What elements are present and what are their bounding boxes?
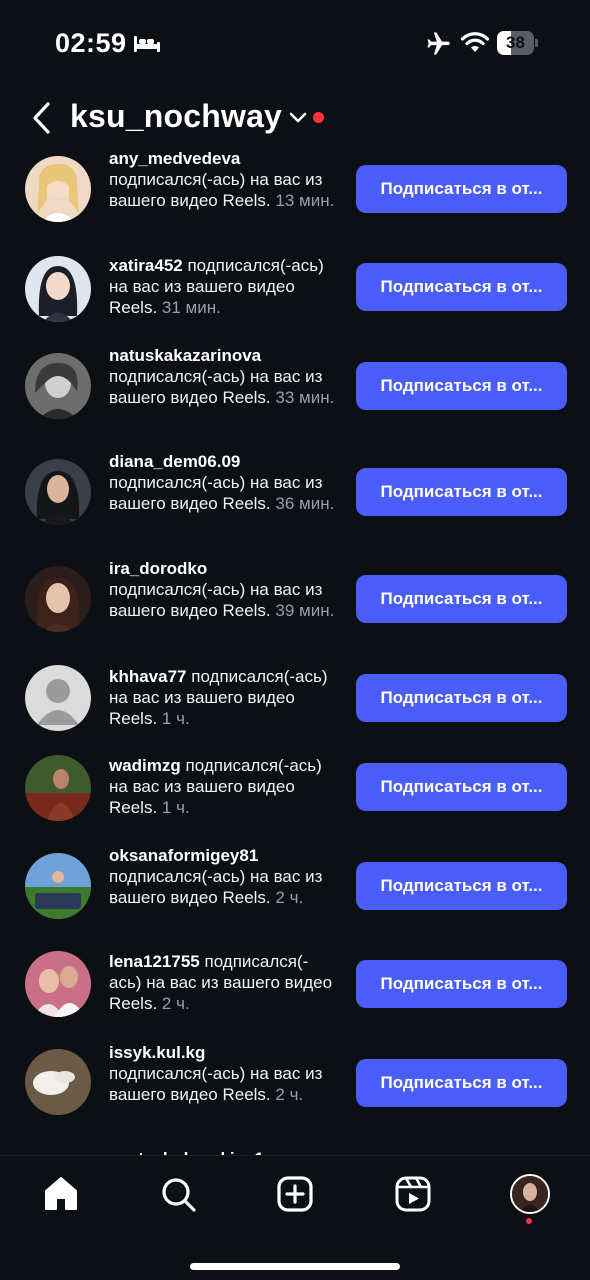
avatar[interactable]	[25, 459, 91, 525]
username[interactable]: ira_dorodko	[109, 558, 337, 579]
back-arrow-icon[interactable]	[28, 100, 56, 136]
avatar[interactable]	[25, 256, 91, 322]
notification-text: lena121755 подписался(-ась) на вас из ва…	[109, 951, 337, 1014]
home-icon[interactable]	[41, 1174, 81, 1214]
timestamp: 2 ч.	[275, 888, 304, 907]
tab-bar	[0, 1155, 590, 1280]
follow-back-button[interactable]: Подписаться в от...	[356, 362, 567, 410]
username[interactable]: lena121755	[109, 952, 200, 971]
timestamp: 2 ч.	[275, 1085, 304, 1104]
notification-text: ira_dorodko подписался(-ась) на вас из в…	[109, 558, 337, 621]
timestamp: 39 мин.	[275, 601, 335, 620]
avatar[interactable]	[25, 755, 91, 821]
avatar[interactable]	[25, 951, 91, 1017]
airplane-icon	[427, 32, 450, 55]
timestamp: 36 мин.	[275, 494, 335, 513]
notification-text: xatira452 подписался(-ась) на вас из ваш…	[109, 255, 337, 318]
chevron-down-icon[interactable]	[288, 110, 308, 126]
header: ksu_nochway	[0, 90, 590, 150]
timestamp: 31 мин.	[161, 298, 221, 317]
timestamp: 1 ч.	[161, 709, 190, 728]
username[interactable]: xatira452	[109, 256, 183, 275]
add-post-icon[interactable]	[275, 1174, 315, 1214]
username[interactable]: oksanaformigey81	[109, 845, 337, 866]
battery-level: 38	[506, 33, 525, 52]
bed-icon	[134, 36, 160, 52]
default-avatar[interactable]	[25, 665, 91, 731]
notification-text: wadimzg подписался(-ась) на вас из вашег…	[109, 755, 337, 818]
notification-text: oksanaformigey81 подписался(-ась) на вас…	[109, 845, 337, 908]
notification-dot-icon	[313, 112, 324, 123]
follow-back-button[interactable]: Подписаться в от...	[356, 263, 567, 311]
follow-back-button[interactable]: Подписаться в от...	[356, 763, 567, 811]
timestamp: 2 ч.	[161, 994, 190, 1013]
avatar[interactable]	[25, 353, 91, 419]
notification-text: khhava77 подписался(-ась) на вас из ваше…	[109, 666, 337, 729]
avatar[interactable]	[25, 566, 91, 632]
username[interactable]: any_medvedeva	[109, 148, 337, 169]
status-time: 02:59	[55, 28, 127, 58]
profile-avatar[interactable]	[510, 1174, 550, 1214]
follow-back-button[interactable]: Подписаться в от...	[356, 165, 567, 213]
notification-text: issyk.kul.kg подписался(-ась) на вас из …	[109, 1042, 337, 1105]
wifi-icon	[460, 32, 490, 52]
avatar[interactable]	[25, 853, 91, 919]
avatar[interactable]	[25, 1049, 91, 1115]
follow-back-button[interactable]: Подписаться в от...	[356, 862, 567, 910]
reels-icon[interactable]	[393, 1174, 433, 1214]
status-bar: 02:59 38	[0, 0, 590, 90]
follow-back-button[interactable]: Подписаться в от...	[356, 575, 567, 623]
username[interactable]: issyk.kul.kg	[109, 1042, 337, 1063]
timestamp: 1 ч.	[161, 798, 190, 817]
notification-text: diana_dem06.09 подписался(-ась) на вас и…	[109, 451, 337, 514]
follow-back-button[interactable]: Подписаться в от...	[356, 674, 567, 722]
username[interactable]: wadimzg	[109, 756, 181, 775]
profile-notification-dot	[526, 1218, 532, 1224]
search-icon[interactable]	[158, 1174, 198, 1214]
username[interactable]: khhava77	[109, 667, 187, 686]
notification-text: any_medvedeva подписался(-ась) на вас из…	[109, 148, 337, 211]
account-title[interactable]: ksu_nochway	[70, 98, 282, 135]
home-indicator[interactable]	[190, 1263, 400, 1270]
follow-back-button[interactable]: Подписаться в от...	[356, 1059, 567, 1107]
follow-back-button[interactable]: Подписаться в от...	[356, 960, 567, 1008]
username[interactable]: natuskakazarinova	[109, 345, 337, 366]
username[interactable]: diana_dem06.09	[109, 451, 337, 472]
follow-back-button[interactable]: Подписаться в от...	[356, 468, 567, 516]
timestamp: 33 мин.	[275, 388, 335, 407]
avatar[interactable]	[25, 156, 91, 222]
timestamp: 13 мин.	[275, 191, 335, 210]
notification-text: natuskakazarinova подписался(-ась) на ва…	[109, 345, 337, 408]
battery-icon: 38	[497, 31, 539, 55]
